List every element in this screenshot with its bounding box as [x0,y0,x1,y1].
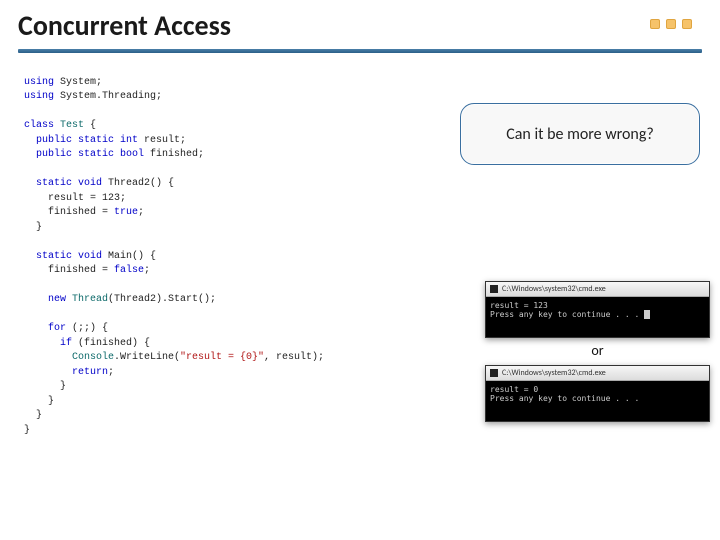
console-title-text: C:\Windows\system32\cmd.exe [502,284,606,294]
code-text: Main() { [102,251,156,262]
code-text: (;;) { [66,323,108,334]
dot-icon [666,19,676,29]
code-kw: static void [24,178,102,189]
code-kw: for [24,323,66,334]
cmd-icon [490,369,498,377]
code-kw: new [24,294,72,305]
code-kw: public static int [24,135,138,146]
code-kw: return [24,367,108,378]
code-type: Test [60,120,84,131]
or-label: or [485,342,710,359]
code-text: Thread2() { [102,178,174,189]
console-title-text: C:\Windows\system32\cmd.exe [502,368,606,378]
code-kw: using [24,77,54,88]
code-text: result; [138,135,186,146]
code-kw: false [114,265,144,276]
code-text: , result); [264,352,324,363]
page-title: Concurrent Access [0,0,720,47]
console-body: result = 123 Press any key to continue .… [486,297,709,337]
callout-bubble: Can it be more wrong? [460,103,700,165]
code-text: } [24,410,42,421]
console-line: result = 0 [490,385,538,394]
code-text: System; [54,77,102,88]
code-text: .WriteLine( [114,352,180,363]
code-text: } [24,381,66,392]
code-text: } [24,396,54,407]
code-text: System.Threading; [54,91,162,102]
console-stack: C:\Windows\system32\cmd.exe result = 123… [485,281,710,426]
code-text: ; [108,367,114,378]
code-text: (finished) { [72,338,150,349]
code-kw: public static bool [24,149,144,160]
console-titlebar: C:\Windows\system32\cmd.exe [486,282,709,297]
code-text: finished; [144,149,204,160]
decorative-dots [650,19,692,29]
code-string: "result = {0}" [180,352,264,363]
code-text: } [24,425,30,436]
code-kw: true [114,207,138,218]
code-kw: static void [24,251,102,262]
code-text: (Thread2).Start(); [108,294,216,305]
console-window-1: C:\Windows\system32\cmd.exe result = 123… [485,281,710,338]
code-text: finished = [24,265,114,276]
code-text: { [84,120,96,131]
code-kw: if [24,338,72,349]
console-body: result = 0 Press any key to continue . .… [486,381,709,421]
console-line: Press any key to continue . . . [490,394,639,403]
code-text: } [24,222,42,233]
console-window-2: C:\Windows\system32\cmd.exe result = 0 P… [485,365,710,422]
content-area: Can it be more wrong? using System; usin… [0,55,720,438]
dot-icon [650,19,660,29]
console-titlebar: C:\Windows\system32\cmd.exe [486,366,709,381]
callout-text: Can it be more wrong? [506,125,654,144]
console-line: Press any key to continue . . . [490,310,639,319]
cursor-icon [644,310,650,319]
code-text: ; [138,207,144,218]
code-text: ; [144,265,150,276]
code-type: Console [24,352,114,363]
rule-bar [18,49,702,53]
console-line: result = 123 [490,301,548,310]
code-type: Thread [72,294,108,305]
code-kw: class [24,120,60,131]
code-text: result = 123; [24,193,126,204]
dot-icon [682,19,692,29]
cmd-icon [490,285,498,293]
code-text: finished = [24,207,114,218]
title-rule [18,47,702,55]
code-kw: using [24,91,54,102]
